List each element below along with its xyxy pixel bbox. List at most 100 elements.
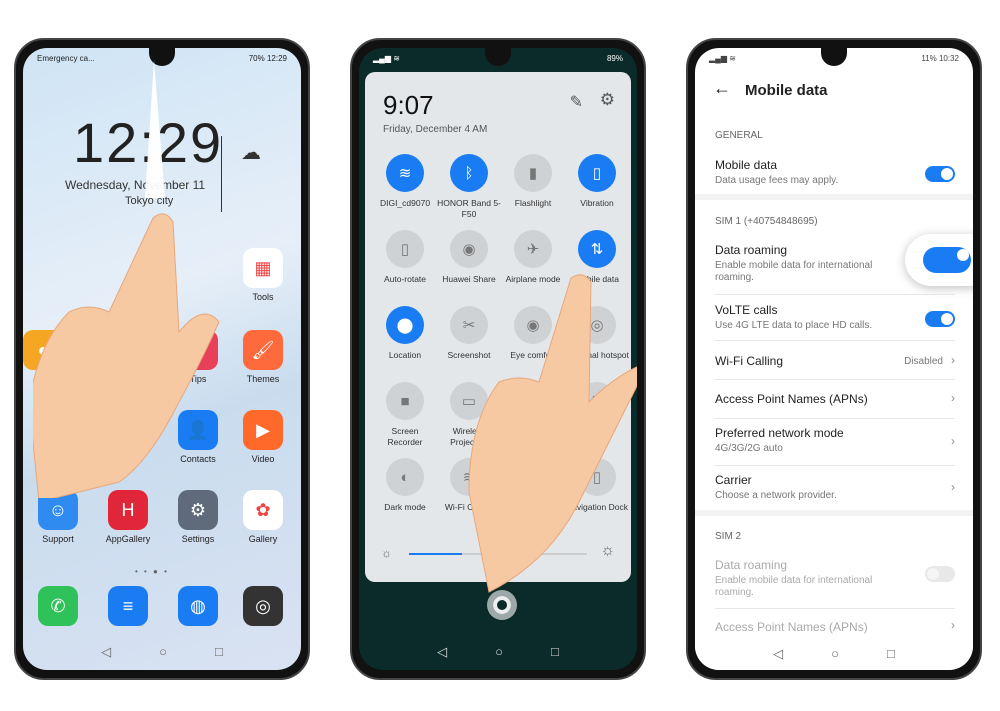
chevron-right-icon: › <box>951 618 955 632</box>
app-themes[interactable]: 🖌 Themes <box>233 330 293 384</box>
dock-app[interactable]: ✆ <box>28 586 88 630</box>
app-icon: ● <box>23 330 63 370</box>
nav-bar: ◁ ○ □ <box>695 638 973 670</box>
wifi-calling-icon: ≋ <box>450 458 488 496</box>
tile-label: Screen Recorder <box>387 426 423 447</box>
rotate-icon: ▯ <box>386 230 424 268</box>
mobile-data-row[interactable]: Mobile data Data usage fees may apply. <box>715 158 955 187</box>
back-icon[interactable]: ◁ <box>437 644 447 660</box>
brightness-low-icon: ☼ <box>381 546 392 560</box>
wifi-icon: ≋ <box>386 154 424 192</box>
data-roaming-row[interactable]: Data roaming Enable mobile data for inter… <box>715 243 883 284</box>
volte-row[interactable]: VoLTE calls Use 4G LTE data to place HD c… <box>715 303 955 332</box>
home-icon[interactable]: ○ <box>831 646 839 662</box>
app-contacts[interactable]: 👤 Contacts <box>168 410 228 464</box>
tile-screen-recorder[interactable]: ■ Screen Recorder <box>373 382 437 448</box>
tile-auto-rotate[interactable]: ▯ Auto-rotate <box>373 230 437 285</box>
vibration-icon: ▯ <box>578 154 616 192</box>
tile-screenshot[interactable]: ✂ Screenshot <box>437 306 501 361</box>
video-icon: ▶ <box>243 410 283 450</box>
carrier-row[interactable]: Carrier Choose a network provider. <box>715 473 955 502</box>
app-label: Music <box>116 454 140 464</box>
edit-icon[interactable]: ✎ <box>570 92 583 112</box>
eye-icon: ◉ <box>514 306 552 344</box>
home-icon[interactable]: ○ <box>495 644 503 660</box>
row-subtitle: 4G/3G/2G auto <box>715 443 783 454</box>
app-settings[interactable]: ⚙ Settings <box>168 490 228 544</box>
tile-vibration[interactable]: ▯ Vibration <box>565 154 629 209</box>
mobile-data-toggle[interactable] <box>925 166 955 182</box>
tile-label: Airplane mode <box>505 274 561 284</box>
app-music[interactable]: ♪ Music <box>98 410 158 464</box>
dock-app[interactable]: ◍ <box>168 586 228 630</box>
quick-settings-panel: 9:07 Friday, December 4 AM ✎ ⚙ ≋ DIGI_cd9… <box>365 72 631 582</box>
tile-label: Navigation Dock <box>566 502 628 512</box>
volte-toggle[interactable] <box>925 311 955 327</box>
notch <box>149 48 175 66</box>
tile-location[interactable]: ⬤ Location <box>373 306 437 361</box>
row-title: Mobile data <box>715 158 778 172</box>
gallery-icon: ✿ <box>243 490 283 530</box>
tile-navigation-dock[interactable]: ▯ Navigation Dock <box>565 458 629 513</box>
tile-nfc[interactable]: N NFC <box>565 382 629 437</box>
tile-label: Huawei Share <box>442 274 496 284</box>
sim2-apn-row[interactable]: Access Point Names (APNs) <box>715 620 955 634</box>
apn-row[interactable]: Access Point Names (APNs) <box>715 392 955 406</box>
tips-icon: i <box>178 330 218 370</box>
wifi-calling-value: Disabled <box>904 356 943 367</box>
tile-eye-comfort[interactable]: ◉ Eye comfort <box>501 306 565 361</box>
gear-icon[interactable]: ⚙ <box>600 90 615 110</box>
date: Friday, December 4 AM <box>383 124 488 135</box>
notch <box>485 48 511 66</box>
tile-honor-band-5-f50[interactable]: ᛒ HONOR Band 5-F50 <box>437 154 501 220</box>
tile-flashlight[interactable]: ▮ Flashlight <box>501 154 565 209</box>
tile-label: NFC <box>588 426 606 436</box>
chevron-right-icon: › <box>951 480 955 494</box>
app-tools[interactable]: ▦ Tools <box>233 248 293 302</box>
home-icon[interactable]: ○ <box>159 644 167 660</box>
dock-app[interactable]: ≡ <box>98 586 158 630</box>
tile-personal-hotspot[interactable]: ◎ Personal hotspot <box>565 306 629 361</box>
app-app[interactable]: ● <box>23 330 73 374</box>
tile-wireless-projection[interactable]: ▭ Wireless Projection <box>437 382 501 448</box>
recents-icon[interactable]: □ <box>887 646 895 662</box>
app-icon: ● <box>38 410 78 450</box>
tile-hidden[interactable]: ○ <box>501 382 565 426</box>
app-video[interactable]: ▶ Video <box>233 410 293 464</box>
tile-wi-fi-calling[interactable]: ≋ Wi-Fi Calling <box>437 458 501 513</box>
time: 9:07 <box>383 90 434 120</box>
camera-icon: ◎ <box>243 586 283 626</box>
app-appgallery[interactable]: H AppGallery <box>98 490 158 544</box>
tile-mobile-data[interactable]: ⇅ Mobile data <box>565 230 629 285</box>
app-app[interactable]: ● <box>28 410 88 454</box>
network-mode-row[interactable]: Preferred network mode 4G/3G/2G auto <box>715 426 955 455</box>
data-roaming-toggle[interactable] <box>923 247 971 273</box>
recents-icon[interactable]: □ <box>551 644 559 660</box>
divider <box>715 608 955 609</box>
tile-airplane-mode[interactable]: ✈ Airplane mode <box>501 230 565 285</box>
chevron-right-icon: › <box>951 434 955 448</box>
app-gallery[interactable]: ✿ Gallery <box>233 490 293 544</box>
sim2-roaming-toggle[interactable] <box>925 566 955 582</box>
app-label: AppGallery <box>105 534 151 544</box>
screenshot-icon: ✂ <box>450 306 488 344</box>
nav-bar: ◁ ○ □ <box>359 644 637 660</box>
back-icon[interactable]: ◁ <box>101 644 111 660</box>
back-arrow-icon[interactable]: ← <box>713 78 731 99</box>
tile-digi-cd9070[interactable]: ≋ DIGI_cd9070 <box>373 154 437 209</box>
row-subtitle: Data usage fees may apply. <box>715 175 839 186</box>
app-support[interactable]: ☺ Support <box>28 490 88 544</box>
app-label: Themes <box>246 374 280 384</box>
dock-app[interactable]: ◎ <box>233 586 293 630</box>
browser-icon: ◍ <box>178 586 218 626</box>
divider <box>695 510 973 516</box>
row-subtitle: Choose a network provider. <box>715 490 837 501</box>
tile-dark-mode[interactable]: ◐ Dark mode <box>373 458 437 513</box>
app-tips[interactable]: i Tips <box>168 330 228 384</box>
brightness-slider[interactable] <box>409 553 587 555</box>
tile-huawei-share[interactable]: ◉ Huawei Share <box>437 230 501 285</box>
tile-hidden[interactable]: ○ <box>501 458 565 502</box>
sim2-roaming-row[interactable]: Data roaming Enable mobile data for inter… <box>715 558 883 599</box>
recents-icon[interactable]: □ <box>215 644 223 660</box>
back-icon[interactable]: ◁ <box>773 646 783 662</box>
